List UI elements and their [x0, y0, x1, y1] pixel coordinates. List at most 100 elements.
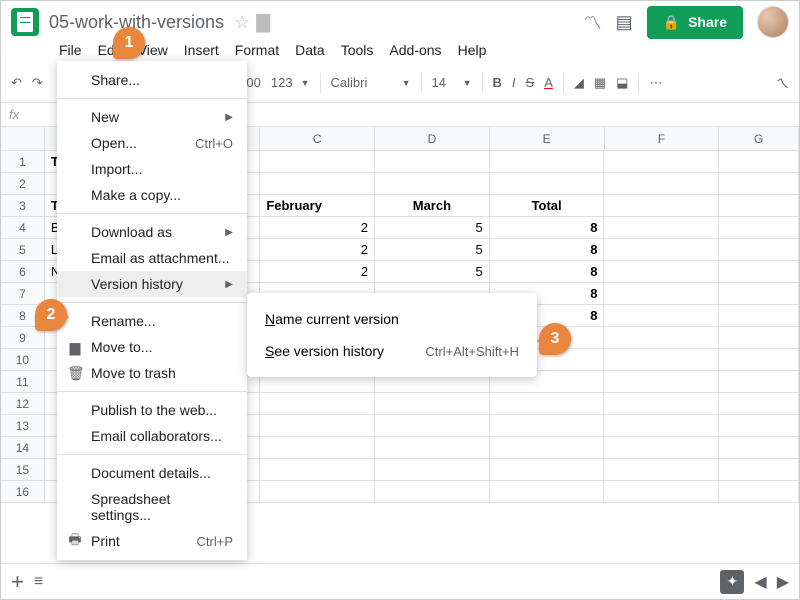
cell[interactable]	[375, 481, 490, 502]
menu-help[interactable]: Help	[450, 38, 495, 62]
row-header[interactable]: 7	[1, 283, 45, 304]
font-select[interactable]: Calibri▼	[331, 75, 411, 90]
col-header[interactable]: E	[490, 127, 605, 150]
scroll-left-icon[interactable]: ◀	[754, 572, 766, 592]
cell[interactable]	[719, 217, 799, 238]
cell[interactable]	[604, 283, 719, 304]
menu-rename[interactable]: Rename...	[57, 308, 247, 334]
cell[interactable]	[490, 459, 605, 480]
menu-open[interactable]: Open...Ctrl+O	[57, 130, 247, 156]
italic-icon[interactable]: I	[512, 75, 516, 90]
cell[interactable]	[719, 349, 799, 370]
cell[interactable]: 8	[490, 261, 605, 282]
cell[interactable]	[490, 437, 605, 458]
collapse-toolbar-icon[interactable]: ㄟ	[776, 73, 789, 92]
cell[interactable]	[604, 459, 719, 480]
row-header[interactable]: 2	[1, 173, 45, 194]
menu-spreadsheet-settings[interactable]: Spreadsheet settings...	[57, 486, 247, 528]
cell[interactable]	[604, 195, 719, 216]
row-header[interactable]: 13	[1, 415, 45, 436]
menu-format[interactable]: Format	[227, 38, 287, 62]
strike-icon[interactable]: S	[526, 75, 535, 90]
cell[interactable]	[719, 437, 799, 458]
menu-move-trash[interactable]: 🗑Move to trash	[57, 360, 247, 386]
font-size[interactable]: 14▼	[432, 75, 472, 90]
cell[interactable]: 2	[260, 239, 375, 260]
redo-icon[interactable]: ↷	[32, 75, 43, 91]
cell[interactable]	[719, 283, 799, 304]
col-header[interactable]: G	[719, 127, 799, 150]
cell[interactable]	[375, 393, 490, 414]
cell[interactable]	[604, 349, 719, 370]
trend-icon[interactable]: 〽	[584, 9, 602, 35]
star-icon[interactable]: ☆	[234, 12, 250, 33]
cell[interactable]	[490, 481, 605, 502]
cell[interactable]	[604, 415, 719, 436]
cell[interactable]	[719, 305, 799, 326]
cell[interactable]: 5	[375, 261, 490, 282]
row-header[interactable]: 14	[1, 437, 45, 458]
cell[interactable]	[375, 173, 490, 194]
row-header[interactable]: 1	[1, 151, 45, 172]
cell[interactable]	[719, 195, 799, 216]
cell[interactable]	[490, 393, 605, 414]
avatar[interactable]	[757, 6, 789, 38]
menu-share[interactable]: Share...	[57, 67, 247, 93]
cell[interactable]	[719, 327, 799, 348]
cell[interactable]	[604, 327, 719, 348]
row-header[interactable]: 6	[1, 261, 45, 282]
col-header[interactable]: F	[605, 127, 720, 150]
cell[interactable]	[604, 217, 719, 238]
menu-version-history[interactable]: Version history▶	[57, 271, 247, 297]
row-header[interactable]: 16	[1, 481, 45, 502]
cell[interactable]	[375, 437, 490, 458]
add-sheet-icon[interactable]: +	[11, 569, 24, 595]
row-header[interactable]: 11	[1, 371, 45, 392]
cell[interactable]: 2	[260, 261, 375, 282]
menu-addons[interactable]: Add-ons	[381, 38, 449, 62]
more-icon[interactable]: ⋯	[649, 75, 662, 91]
number-format[interactable]: 123▼	[271, 75, 310, 90]
cell[interactable]	[604, 481, 719, 502]
menu-import[interactable]: Import...	[57, 156, 247, 182]
menu-print[interactable]: 🖶PrintCtrl+P	[57, 528, 247, 554]
row-header[interactable]: 4	[1, 217, 45, 238]
cell[interactable]	[490, 173, 605, 194]
cell[interactable]: Total	[490, 195, 605, 216]
cell[interactable]	[719, 261, 799, 282]
all-sheets-icon[interactable]: ≡	[34, 573, 43, 591]
cell[interactable]	[719, 459, 799, 480]
cell[interactable]: March	[375, 195, 490, 216]
cell[interactable]: 2	[260, 217, 375, 238]
cell[interactable]: February	[260, 195, 375, 216]
text-color-icon[interactable]: A	[544, 75, 553, 90]
submenu-see-history[interactable]: See version historyCtrl+Alt+Shift+H	[247, 335, 537, 367]
cell[interactable]	[490, 415, 605, 436]
cell[interactable]	[260, 173, 375, 194]
menu-file[interactable]: File	[51, 38, 90, 62]
cell[interactable]	[604, 239, 719, 260]
cell[interactable]	[604, 437, 719, 458]
menu-move-to[interactable]: ▆Move to...	[57, 334, 247, 360]
borders-icon[interactable]: ▦	[594, 75, 606, 91]
undo-icon[interactable]: ↶	[11, 75, 22, 91]
menu-make-copy[interactable]: Make a copy...	[57, 182, 247, 208]
cell[interactable]	[604, 173, 719, 194]
cell[interactable]: 8	[490, 239, 605, 260]
menu-doc-details[interactable]: Document details...	[57, 460, 247, 486]
cell[interactable]	[604, 393, 719, 414]
cell[interactable]	[604, 151, 719, 172]
menu-new[interactable]: New▶	[57, 104, 247, 130]
col-header[interactable]: D	[375, 127, 490, 150]
menu-data[interactable]: Data	[287, 38, 333, 62]
cell[interactable]	[719, 393, 799, 414]
cell[interactable]	[719, 415, 799, 436]
scroll-right-icon[interactable]: ▶	[777, 572, 789, 592]
menu-insert[interactable]: Insert	[176, 38, 227, 62]
cell[interactable]	[719, 173, 799, 194]
cell[interactable]	[375, 415, 490, 436]
menu-email-attachment[interactable]: Email as attachment...	[57, 245, 247, 271]
cell[interactable]	[260, 481, 375, 502]
merge-icon[interactable]: ⬓	[616, 75, 628, 91]
folder-icon[interactable]: ▇	[256, 12, 270, 33]
